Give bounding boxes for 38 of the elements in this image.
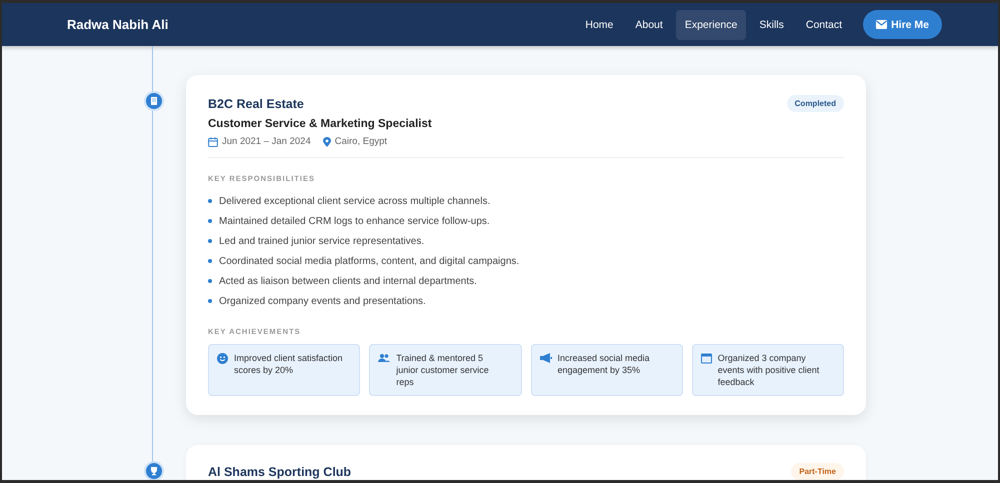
- building-icon: [144, 91, 164, 111]
- bullet-icon: [208, 259, 212, 263]
- location-pin-icon: [322, 136, 331, 146]
- responsibility-item: Delivered exceptional client service across multiple channels.: [219, 196, 490, 206]
- envelope-icon: [876, 20, 888, 29]
- job-title: Customer Service & Marketing Specialist: [208, 118, 433, 130]
- responsibility-item: Led and trained junior service representatives.: [219, 236, 424, 246]
- bullet-icon: [208, 199, 212, 203]
- nav-link[interactable]: About: [626, 10, 672, 40]
- hire-me-button[interactable]: Hire Me: [863, 10, 942, 39]
- date-range: Jun 2021 – Jan 2024: [222, 136, 311, 147]
- bullet-icon: [208, 279, 212, 283]
- status-badge: Completed: [786, 95, 844, 112]
- responsibility-item: Maintained detailed CRM logs to enhance service follow-ups.: [219, 216, 490, 226]
- calendar-icon: [700, 353, 712, 364]
- bullet-icon: [208, 299, 212, 303]
- nav-link[interactable]: Home: [576, 10, 622, 40]
- status-badge: Part-Time: [791, 463, 844, 480]
- achievement-text: Improved client satisfaction scores by 20%: [234, 352, 344, 376]
- smiley-icon: [217, 353, 228, 364]
- brand-name[interactable]: Radwa Nabih Ali: [67, 17, 168, 32]
- achievement-text: Increased social media engagement by 35%: [558, 352, 651, 376]
- location: Cairo, Egypt: [334, 136, 388, 147]
- megaphone-icon: [540, 353, 552, 363]
- responsibility-item: Organized company events and presentations.: [219, 296, 426, 306]
- responsibility-item: Coordinated social media platforms, content, and digital campaigns.: [219, 256, 520, 266]
- bullet-icon: [208, 239, 212, 243]
- bullet-icon: [208, 219, 212, 223]
- nav-link[interactable]: Contact: [796, 10, 852, 40]
- nav-link[interactable]: Skills: [750, 10, 793, 40]
- calendar-icon: [208, 136, 218, 146]
- company-name: Al Shams Sporting Club: [208, 464, 352, 478]
- achievement-text: Organized 3 company events with positive client feedback: [718, 352, 820, 388]
- responsibility-item: Acted as liaison between clients and internal departments.: [219, 276, 477, 286]
- achievement-text: Trained & mentored 5 junior customer service reps: [396, 352, 490, 388]
- nav-link[interactable]: Experience: [676, 10, 746, 40]
- people-icon: [378, 353, 390, 363]
- company-name: B2C Real Estate: [208, 96, 304, 110]
